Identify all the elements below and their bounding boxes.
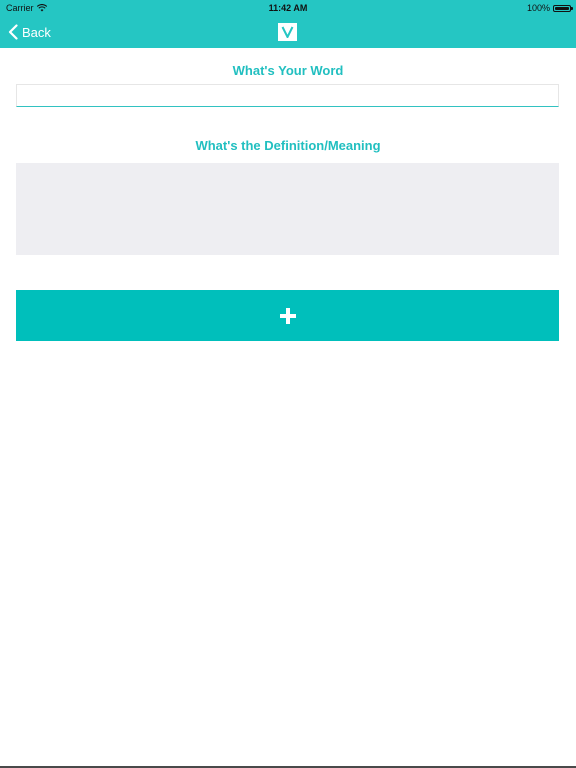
v-logo-icon [278,23,297,41]
battery-indicator: 100% [526,3,573,13]
word-input[interactable] [16,84,559,107]
battery-icon [553,4,573,12]
plus-icon [279,307,296,324]
definition-label: What's the Definition/Meaning [195,138,381,153]
back-label: Back [22,24,51,40]
definition-textarea[interactable] [16,163,559,255]
add-word-button[interactable] [16,290,559,341]
status-bar: Carrier 11:42 AM 100% [0,0,576,16]
status-time: 11:42 AM [268,3,308,13]
word-label: What's Your Word [232,63,344,78]
navigation-bar: Carrier 11:42 AM 100% Back [0,0,576,48]
back-button[interactable]: Back [8,23,51,41]
battery-percent: 100% [526,3,550,13]
chevron-left-icon [8,24,18,40]
